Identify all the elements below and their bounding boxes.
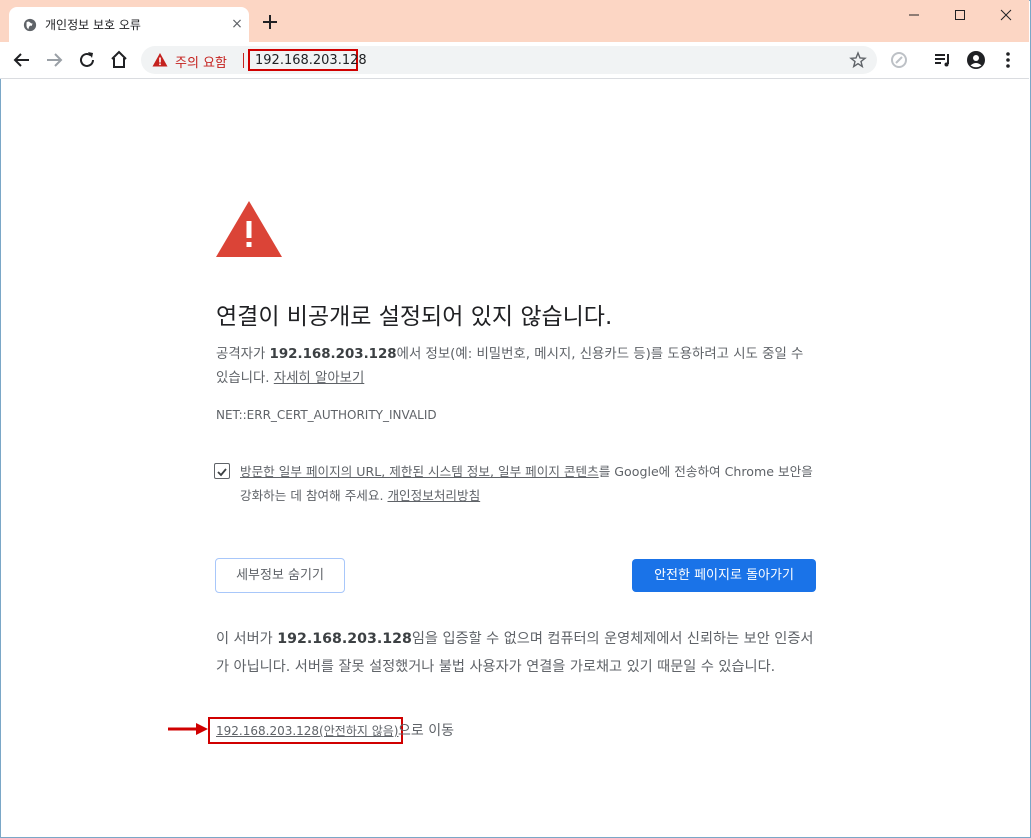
hide-details-button[interactable]: 세부정보 숨기기	[215, 558, 345, 593]
threat-description: 공격자가 192.168.203.128에서 정보(예: 비밀번호, 메시지, …	[216, 343, 816, 391]
forward-arrow-icon[interactable]	[42, 48, 66, 72]
not-secure-label[interactable]: 주의 요함	[175, 52, 227, 71]
collected-data-link[interactable]: 방문한 일부 페이지의 URL, 제한된 시스템 정보, 일부 페이지 콘텐츠	[240, 464, 599, 479]
tab-title: 개인정보 보호 오류	[45, 18, 141, 32]
new-tab-plus-icon[interactable]	[260, 12, 280, 32]
report-checkbox-label: 방문한 일부 페이지의 URL, 제한된 시스템 정보, 일부 페이지 콘텐츠를…	[240, 460, 820, 508]
large-warning-icon	[216, 201, 282, 257]
back-to-safety-button[interactable]: 안전한 페이지로 돌아가기	[632, 559, 816, 592]
back-arrow-icon[interactable]	[10, 48, 34, 72]
tab-close-icon[interactable]: ×	[229, 16, 245, 32]
home-icon[interactable]	[107, 48, 131, 72]
details-text-pre: 이 서버가	[216, 631, 278, 647]
browser-window	[0, 0, 1031, 838]
threat-text-pre: 공격자가	[216, 347, 270, 362]
report-checkbox[interactable]	[214, 463, 230, 479]
red-arrow-annotation-icon	[168, 723, 208, 735]
extension-icon[interactable]	[887, 48, 911, 72]
details-host: 192.168.203.128	[277, 631, 412, 647]
window-close-icon[interactable]	[983, 0, 1029, 30]
media-queue-icon[interactable]	[931, 48, 955, 72]
omnibox-separator	[243, 53, 244, 68]
omnibox[interactable]: 주의 요함 192.168.203.128	[141, 46, 877, 74]
profile-avatar-icon[interactable]	[964, 48, 988, 72]
browser-toolbar: 주의 요함 192.168.203.128	[0, 42, 1029, 79]
bookmark-star-icon[interactable]	[849, 51, 867, 69]
minimize-icon[interactable]	[891, 0, 937, 30]
reload-icon[interactable]	[75, 48, 99, 72]
warning-triangle-icon[interactable]	[152, 52, 168, 68]
url-highlight-box: 192.168.203.128	[248, 49, 367, 71]
proceed-suffix-text: 으로 이동	[398, 723, 454, 739]
more-menu-icon[interactable]	[996, 48, 1020, 72]
privacy-policy-link[interactable]: 개인정보처리방침	[387, 488, 480, 503]
globe-icon	[23, 18, 37, 32]
title-bar: 개인정보 보호 오류 ×	[0, 0, 1029, 42]
details-description: 이 서버가 192.168.203.128임을 입증할 수 없으며 컴퓨터의 운…	[216, 625, 816, 681]
proceed-unsafe-link[interactable]: 192.168.203.128(안전하지 않음)	[216, 722, 398, 739]
tab-privacy-error[interactable]: 개인정보 보호 오류 ×	[9, 7, 249, 42]
error-code: NET::ERR_CERT_AUTHORITY_INVALID	[216, 408, 437, 422]
checkmark-icon	[217, 468, 227, 477]
threat-host: 192.168.203.128	[269, 347, 397, 362]
maximize-icon[interactable]	[937, 0, 983, 30]
page-title: 연결이 비공개로 설정되어 있지 않습니다.	[216, 304, 613, 330]
learn-more-link[interactable]: 자세히 알아보기	[274, 371, 365, 386]
url-text[interactable]: 192.168.203.128	[255, 53, 367, 68]
